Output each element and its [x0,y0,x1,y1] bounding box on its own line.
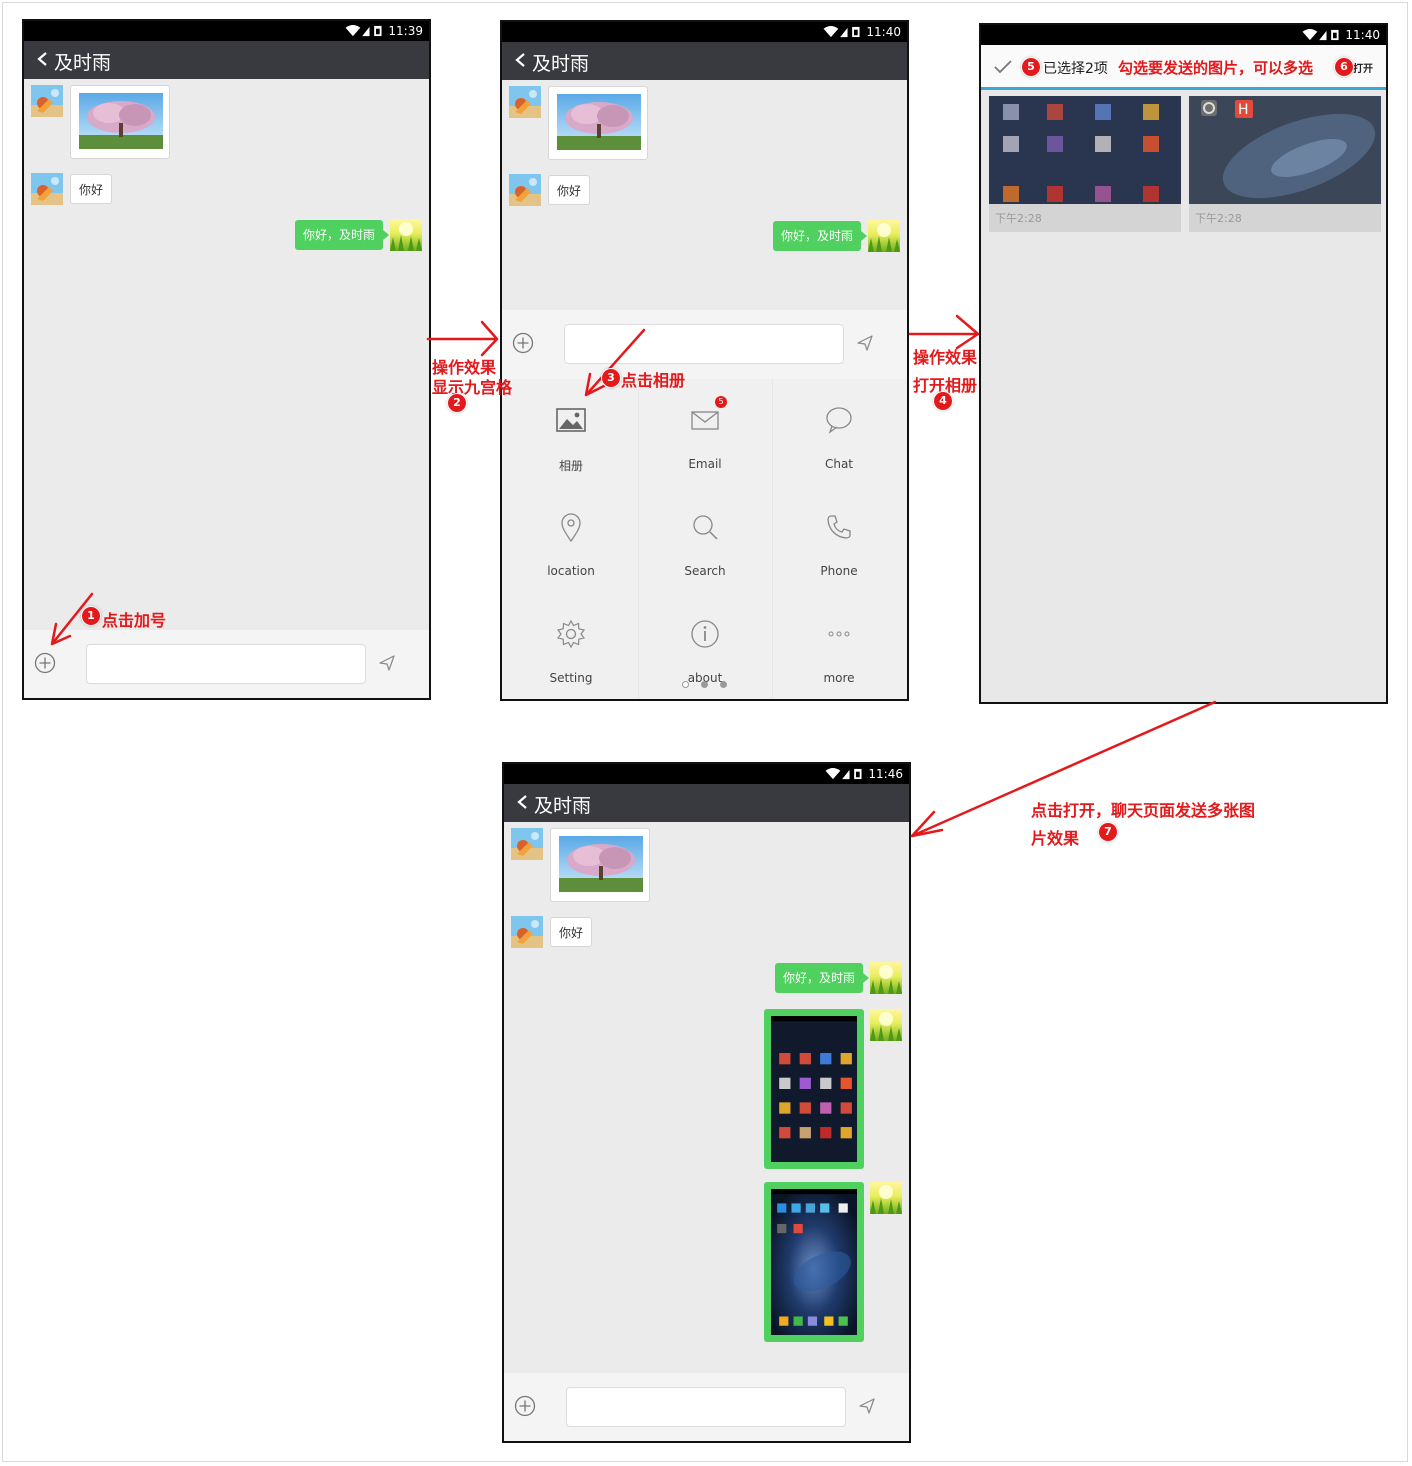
annotation-step7-line1: 点击打开，聊天页面发送多张图 [1031,801,1256,820]
step-number-2: 2 [448,394,466,412]
step-number-1: 1 [82,607,100,625]
step-number-7: 7 [1099,823,1117,841]
annotation-step5-hint: 勾选要发送的图片，可以多选 [1118,59,1314,77]
step-number-6: 6 [1335,58,1353,76]
annotation-step7-line2: 片效果 [1031,829,1080,848]
step-number-4: 4 [934,392,952,410]
annotation-step3: 点击相册 [621,371,686,390]
arrow-screen1-to-screen2 [426,320,499,357]
step-number-3: 3 [602,369,620,387]
annotation-step4-line1: 操作效果 [913,348,978,367]
annotation-step2-line2: 显示九宫格 [432,378,513,397]
annotation-step1: 点击加号 [102,611,167,630]
step-number-5: 5 [1022,58,1040,76]
annotation-arrows [50,314,1217,838]
